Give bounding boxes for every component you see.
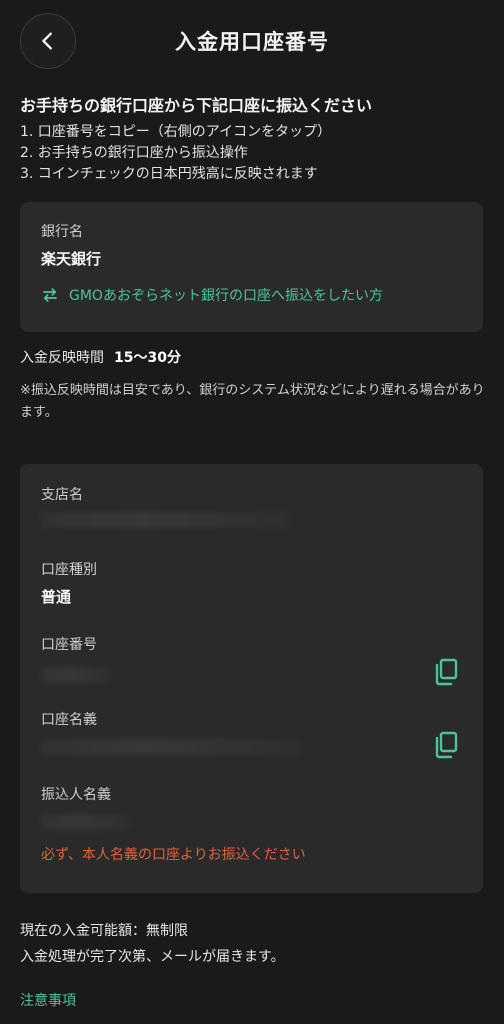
bank-label: 銀行名 — [41, 224, 83, 240]
copy-icon — [435, 658, 458, 686]
reflection-time: 入金反映時間 15〜30分 — [20, 347, 181, 367]
account-type-label: 口座種別 — [41, 562, 97, 578]
account-number-redacted — [41, 667, 111, 683]
bank-card: 銀行名 楽天銀行 GMOあおぞらネット銀行の口座へ振込をしたい方 — [20, 202, 483, 332]
notice-link[interactable]: 注意事項 — [20, 990, 76, 1010]
instruction-step: 2. お手持ちの銀行口座から振込操作 — [20, 145, 248, 161]
account-holder-redacted — [41, 739, 301, 755]
reflection-note: ※振込反映時間は目安であり、銀行のシステム状況などにより遅れる場合があります。 — [20, 383, 485, 420]
gmo-transfer-link[interactable]: GMOあおぞらネット銀行の口座へ振込をしたい方 — [41, 285, 383, 305]
account-number-label: 口座番号 — [41, 637, 97, 653]
instruction-step: 3. コインチェックの日本円残高に反映されます — [20, 166, 318, 182]
bank-name: 楽天銀行 — [41, 250, 102, 268]
sender-name-redacted — [41, 814, 131, 830]
reflection-time-label: 入金反映時間 — [20, 350, 104, 366]
copy-account-holder-button[interactable] — [431, 730, 461, 760]
account-card: 支店名 口座種別 普通 口座番号 口座名義 振込人名義 必ず、本人名義の口座より… — [20, 464, 483, 893]
branch-label: 支店名 — [41, 487, 83, 503]
deposit-account-screen: 入金用口座番号 お手持ちの銀行口座から下記口座に振込ください 1. 口座番号をコ… — [0, 0, 504, 1024]
account-type-value: 普通 — [41, 588, 72, 606]
account-holder-label: 口座名義 — [41, 712, 97, 728]
gmo-link-text: GMOあおぞらネット銀行の口座へ振込をしたい方 — [69, 288, 383, 304]
reflection-time-value: 15〜30分 — [114, 350, 181, 366]
instruction-steps: 1. 口座番号をコピー（右側のアイコンをタップ） 2. お手持ちの銀行口座から振… — [20, 122, 331, 185]
branch-value-redacted — [41, 512, 291, 528]
copy-account-number-button[interactable] — [431, 657, 461, 687]
instruction-lead: お手持ちの銀行口座から下記口座に振込ください — [20, 96, 373, 115]
swap-arrows-icon — [43, 288, 57, 302]
instruction-step: 1. 口座番号をコピー（右側のアイコンをタップ） — [20, 124, 332, 140]
mail-notice: 入金処理が完了次第、メールが届きます。 — [20, 949, 285, 965]
copy-icon — [435, 731, 458, 759]
own-account-warning: 必ず、本人名義の口座よりお振込ください — [41, 847, 306, 863]
deposit-limit: 現在の入金可能額：無制限 — [20, 923, 188, 939]
sender-name-label: 振込人名義 — [41, 787, 111, 803]
header: 入金用口座番号 — [0, 0, 504, 84]
page-title: 入金用口座番号 — [175, 30, 329, 54]
